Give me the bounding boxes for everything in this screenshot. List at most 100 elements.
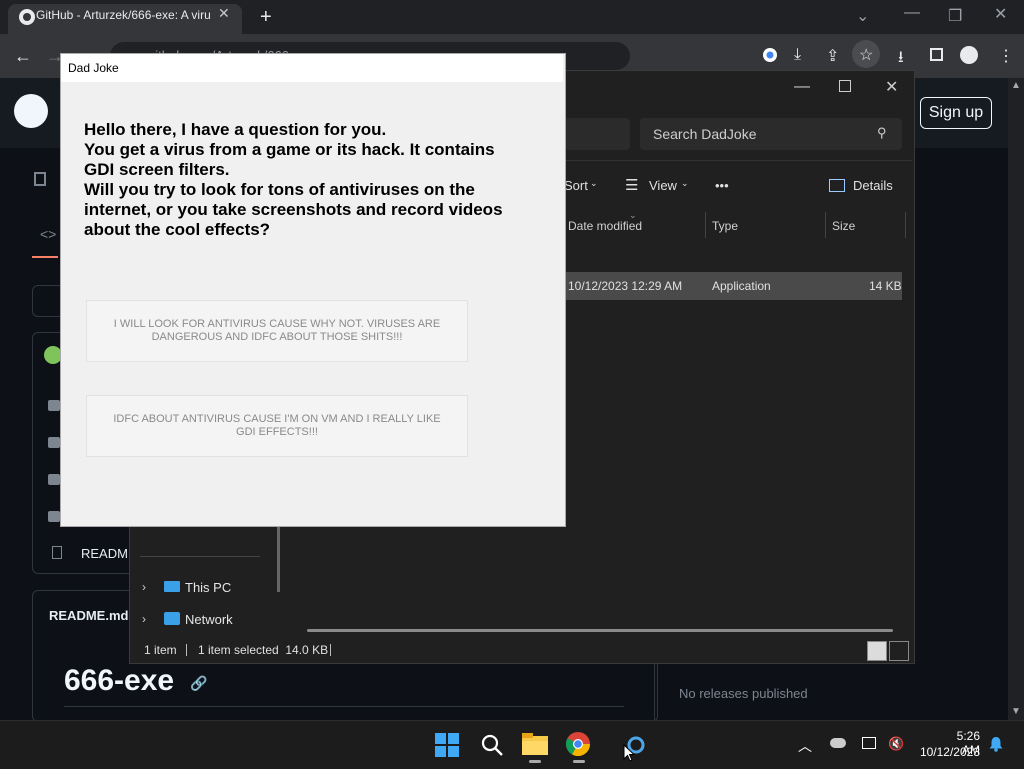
column-header-size[interactable]: Size [832, 219, 855, 233]
signup-button[interactable]: Sign up [920, 97, 992, 129]
dialog-titlebar[interactable] [61, 54, 563, 82]
column-separator[interactable] [905, 212, 906, 238]
view-icon: ☰ [625, 177, 639, 194]
onedrive-icon[interactable] [830, 738, 846, 748]
windows-start-icon[interactable] [435, 733, 459, 757]
tab-search-icon[interactable]: ⌄ [856, 6, 869, 26]
star-icon: ☆ [859, 47, 874, 64]
column-separator[interactable] [825, 212, 826, 238]
message-line: Hello there, I have a question for you. [84, 120, 387, 139]
link-icon[interactable]: 🔗 [190, 675, 207, 692]
scroll-down-icon[interactable]: ▼ [1011, 706, 1021, 717]
chrome-icon[interactable] [566, 732, 590, 756]
message-line: GDI screen filters. [84, 160, 230, 179]
file-date: 10/12/2023 12:29 AM [568, 279, 683, 293]
readme-file-link[interactable]: READMI [81, 546, 132, 561]
more-options-button[interactable]: ••• [715, 178, 729, 193]
details-view-button[interactable] [867, 641, 887, 661]
file-icon [52, 546, 62, 559]
minimize-icon[interactable]: — [904, 4, 920, 22]
status-separator [330, 644, 331, 656]
file-size: 14 KB [869, 279, 902, 293]
side-panel-icon[interactable] [930, 48, 943, 61]
volume-muted-icon[interactable]: 🔇 [888, 736, 904, 752]
install-icon[interactable]: ⤓ [794, 46, 801, 64]
nav-scrollbar[interactable] [277, 518, 280, 592]
tab-title: GitHub - Arturzek/666-exe: A viru [36, 8, 211, 22]
chevron-down-icon: ⌄ [681, 178, 689, 188]
clock-date[interactable]: 10/12/2023 [918, 745, 980, 759]
details-button[interactable]: Details [853, 178, 893, 193]
sort-button[interactable]: Sort [564, 178, 588, 193]
status-separator [186, 644, 187, 656]
nav-divider [140, 556, 260, 557]
readme-heading: README.md [49, 608, 129, 623]
no-releases-text: No releases published [679, 686, 808, 701]
network-status-icon[interactable] [862, 737, 876, 749]
divider [64, 706, 624, 707]
explorer-search-placeholder: Search DadJoke [653, 126, 757, 142]
running-indicator [529, 760, 541, 763]
folder-icon [48, 511, 60, 522]
nav-item-network[interactable]: Network [185, 612, 233, 627]
folder-icon [48, 474, 60, 485]
divider [654, 660, 655, 720]
option-antivirus-button[interactable]: I WILL LOOK FOR ANTIVIRUS CAUSE WHY NOT.… [86, 300, 468, 362]
column-header-type[interactable]: Type [712, 219, 738, 233]
page-scrollbar[interactable] [1008, 78, 1024, 720]
network-icon [164, 612, 180, 625]
restore-icon[interactable]: ❐ [948, 6, 962, 26]
notification-bell-icon[interactable] [988, 736, 1004, 752]
menu-icon[interactable]: ⋮ [998, 46, 1014, 66]
option-gdi-effects-label: IDFC ABOUT ANTIVIRUS CAUSE I'M ON VM AND… [113, 413, 441, 438]
sort-indicator-icon: ⌄ [629, 210, 637, 220]
tab-close-icon[interactable]: ✕ [218, 5, 230, 22]
message-line: Will you try to look for tons of antivir… [84, 180, 475, 199]
details-pane-icon [829, 179, 845, 192]
github-logo-icon[interactable] [14, 94, 48, 128]
explorer-minimize-icon[interactable]: — [794, 78, 810, 96]
option-antivirus-label: I WILL LOOK FOR ANTIVIRUS CAUSE WHY NOT.… [113, 318, 441, 343]
mouse-cursor-icon [623, 744, 635, 762]
message-line: internet, or you take screenshots and re… [84, 200, 503, 219]
file-explorer-icon[interactable] [522, 733, 548, 755]
folder-icon [48, 400, 60, 411]
running-indicator [573, 760, 585, 763]
code-icon[interactable]: <> [40, 226, 56, 242]
show-hidden-icons-icon[interactable]: ︿ [798, 736, 812, 756]
explorer-close-icon[interactable]: ✕ [885, 77, 898, 97]
repo-icon [34, 172, 46, 186]
repo-title: 666-exe [64, 664, 175, 697]
chevron-right-icon[interactable]: › [142, 612, 146, 626]
tiles-view-button[interactable] [889, 641, 909, 661]
active-tab-underline [32, 256, 58, 258]
profile-icon[interactable] [960, 46, 978, 64]
close-window-icon[interactable]: ✕ [994, 4, 1007, 24]
dialog-message: Hello there, I have a question for you. … [84, 120, 514, 240]
github-favicon-icon [19, 9, 35, 25]
explorer-address-bar[interactable] [564, 118, 630, 150]
chevron-down-icon: ⌄ [590, 178, 598, 188]
downloads-icon[interactable]: ⭳ [898, 46, 904, 73]
search-icon[interactable]: ⚲ [877, 125, 887, 141]
view-button[interactable]: View [649, 178, 677, 193]
share-icon[interactable]: ⇪ [826, 46, 839, 66]
chevron-right-icon[interactable]: › [142, 580, 146, 594]
column-header-date[interactable]: Date modified [568, 219, 642, 233]
this-pc-icon [164, 581, 180, 592]
column-separator[interactable] [705, 212, 706, 238]
folder-icon [48, 437, 60, 448]
status-selection: 1 item selected 14.0 KB [198, 643, 329, 657]
back-icon[interactable]: ← [14, 46, 32, 67]
explorer-maximize-icon[interactable] [839, 80, 851, 92]
horizontal-scrollbar[interactable] [307, 629, 893, 632]
message-line: You get a virus from a game or its hack.… [84, 140, 495, 159]
scroll-up-icon[interactable]: ▲ [1011, 80, 1021, 91]
option-gdi-effects-button[interactable]: IDFC ABOUT ANTIVIRUS CAUSE I'M ON VM AND… [86, 395, 468, 457]
search-icon[interactable] [480, 733, 504, 757]
google-icon[interactable] [762, 47, 778, 63]
message-line: about the cool effects? [84, 220, 271, 239]
new-tab-button[interactable]: + [260, 6, 272, 29]
nav-item-this-pc[interactable]: This PC [185, 580, 231, 595]
dialog-title: Dad Joke [68, 61, 119, 75]
